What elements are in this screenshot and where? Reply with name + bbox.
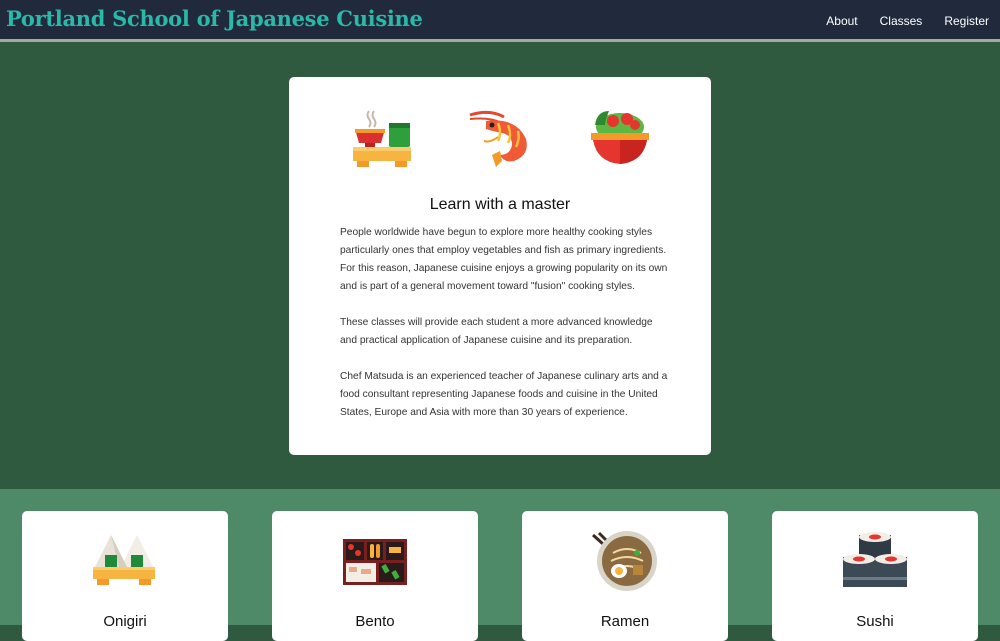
hero-card: Learn with a master People worldwide hav… (289, 77, 711, 455)
hero-icons (289, 107, 711, 172)
class-card-onigiri[interactable]: Onigiri (22, 511, 228, 641)
navbar: Portland School of Japanese Cuisine Abou… (0, 0, 1000, 42)
class-card-ramen[interactable]: Ramen (522, 511, 728, 641)
nav-link-register[interactable]: Register (933, 0, 1000, 42)
salad-bowl-icon (591, 111, 649, 164)
hero-body: People worldwide have begun to explore m… (340, 224, 670, 440)
ramen-bowl-icon (591, 531, 657, 591)
class-card-bento[interactable]: Bento (272, 511, 478, 641)
site-title[interactable]: Portland School of Japanese Cuisine (6, 6, 423, 31)
bento-box-icon (343, 539, 407, 585)
nav-link-about[interactable]: About (815, 0, 868, 42)
nav-link-classes[interactable]: Classes (869, 0, 934, 42)
nav-links: About Classes Register (815, 0, 1000, 42)
hero-paragraph: These classes will provide each student … (340, 317, 653, 346)
classes-section: Onigiri Bento Ramen Sushi (0, 489, 1000, 641)
shrimp-icon (469, 110, 527, 167)
hero-paragraph: Chef Matsuda is an experienced teacher o… (340, 371, 668, 418)
class-name: Bento (355, 613, 395, 630)
hero-section: Learn with a master People worldwide hav… (0, 42, 1000, 489)
tea-set-icon (353, 110, 411, 167)
sushi-rolls-icon (843, 532, 907, 587)
class-name: Onigiri (103, 613, 147, 630)
hero-title: Learn with a master (429, 196, 571, 213)
class-card-sushi[interactable]: Sushi (772, 511, 978, 641)
class-name: Sushi (856, 613, 894, 630)
hero-paragraph: People worldwide have begun to explore m… (340, 227, 668, 292)
onigiri-icon (93, 535, 155, 585)
class-name: Ramen (600, 613, 650, 630)
